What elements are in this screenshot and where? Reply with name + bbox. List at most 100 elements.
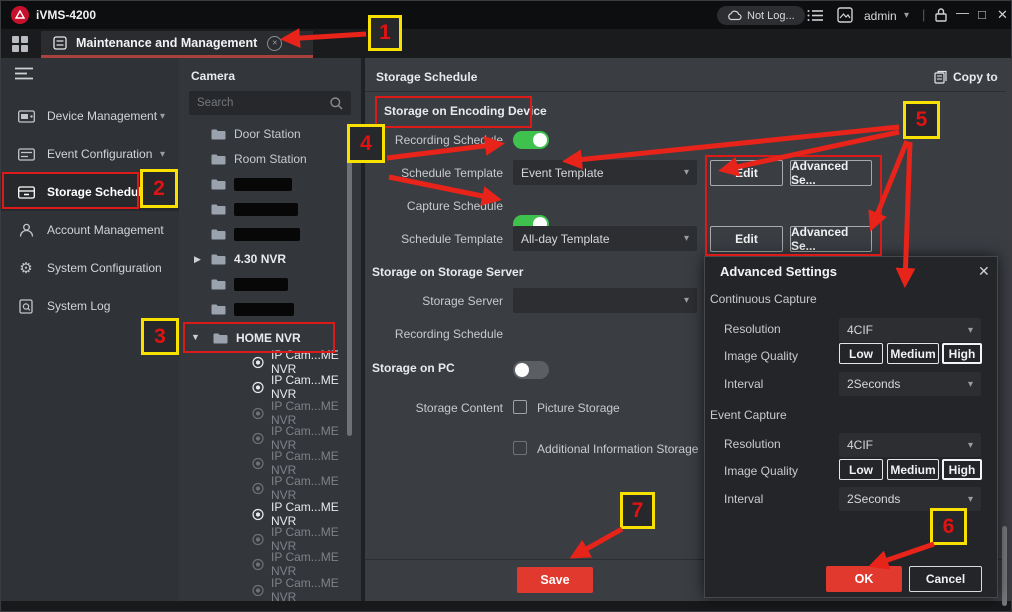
- tree-item-camera[interactable]: IP Cam...ME NVR: [252, 451, 360, 475]
- header-divider: [365, 91, 1006, 92]
- system-log-icon: [17, 299, 35, 314]
- tree-item-door-station[interactable]: Door Station: [211, 122, 351, 146]
- dropdown-value: 4CIF: [847, 438, 873, 452]
- minimize-button[interactable]: —: [956, 5, 969, 20]
- user-menu[interactable]: admin: [864, 9, 897, 23]
- tab-close-icon[interactable]: ✕: [267, 36, 282, 51]
- additional-info-storage-label: Additional Information Storage: [537, 442, 698, 456]
- cc-interval-dropdown[interactable]: 2Seconds ▾: [839, 372, 981, 396]
- interval-label: Interval: [724, 377, 763, 391]
- ivms-window: iVMS-4200 Not Log... admin ▾ | — □ ✕ Mai…: [0, 0, 1012, 612]
- sidebar-item-event-configuration[interactable]: Event Configuration ▾: [1, 135, 179, 173]
- tree-item-label: Door Station: [234, 127, 301, 141]
- ec-quality-high-button[interactable]: High: [942, 459, 982, 480]
- event-configuration-icon: [17, 148, 35, 161]
- server-recording-schedule-toggle[interactable]: [513, 361, 549, 379]
- camera-panel-title: Camera: [191, 69, 235, 83]
- user-caret-icon[interactable]: ▾: [904, 10, 909, 21]
- cc-quality-low-button[interactable]: Low: [839, 343, 883, 364]
- tree-item-camera[interactable]: IP Cam...ME NVR: [252, 375, 360, 399]
- sidebar-item-label: System Log: [47, 299, 179, 313]
- cc-quality-medium-button[interactable]: Medium: [887, 343, 939, 364]
- copy-to-button[interactable]: Copy to: [934, 70, 998, 84]
- chevron-down-icon: ▾: [968, 325, 973, 336]
- tree-item-redacted[interactable]: [211, 172, 351, 196]
- image-quality-label: Image Quality: [724, 464, 798, 478]
- storage-content-label: Storage Content: [351, 401, 503, 415]
- tree-item-label: IP Cam...ME NVR: [271, 550, 360, 578]
- chevron-down-icon: ▾: [968, 440, 973, 451]
- ec-quality-low-button[interactable]: Low: [839, 459, 883, 480]
- sidebar-collapse-icon[interactable]: [15, 67, 33, 80]
- chevron-down-icon: ▾: [968, 379, 973, 390]
- save-button[interactable]: Save: [517, 567, 593, 593]
- annotation-step-4: 4: [347, 124, 385, 163]
- cc-quality-high-button[interactable]: High: [942, 343, 982, 364]
- chevron-down-icon: ▾: [968, 494, 973, 505]
- maximize-button[interactable]: □: [978, 7, 986, 22]
- server-recording-schedule-label: Recording Schedule: [351, 327, 503, 341]
- tree-item-camera[interactable]: IP Cam...ME NVR: [252, 527, 360, 551]
- tree-item-redacted[interactable]: [211, 222, 351, 246]
- sidebar-item-account-management[interactable]: Account Management: [1, 211, 179, 249]
- cancel-button[interactable]: Cancel: [909, 566, 982, 592]
- tree-item-redacted[interactable]: [211, 297, 351, 321]
- ec-quality-medium-button[interactable]: Medium: [887, 459, 939, 480]
- lock-icon[interactable]: [934, 7, 948, 23]
- highlight-box-edit-advanced: [705, 155, 882, 256]
- tree-item-label: Room Station: [234, 152, 307, 166]
- camera-dome-icon: [252, 508, 264, 521]
- redacted-label: [234, 203, 298, 216]
- tree-item-camera[interactable]: IP Cam...ME NVR: [252, 476, 360, 500]
- search-placeholder: Search: [197, 97, 233, 109]
- window-bottom-edge: [1, 601, 1012, 612]
- tree-expand-icon[interactable]: ▶: [194, 254, 201, 265]
- folder-icon: [211, 303, 226, 315]
- tree-item-label: IP Cam...ME NVR: [271, 525, 360, 553]
- tree-item-430-nvr[interactable]: 4.30 NVR: [211, 247, 351, 271]
- close-button[interactable]: ✕: [997, 7, 1008, 23]
- tree-item-camera[interactable]: IP Cam...ME NVR: [252, 426, 360, 450]
- tree-item-redacted[interactable]: [211, 272, 351, 296]
- tree-item-camera[interactable]: IP Cam...ME NVR: [252, 401, 360, 425]
- storage-server-dropdown[interactable]: ▾: [513, 288, 697, 313]
- media-preview-icon[interactable]: [837, 7, 853, 23]
- tree-item-redacted[interactable]: [211, 197, 351, 221]
- highlight-box-encoding-device: [375, 96, 532, 128]
- camera-dome-icon: [252, 533, 264, 546]
- annotation-step-7: 7: [620, 492, 655, 529]
- additional-info-storage-checkbox[interactable]: [513, 441, 527, 455]
- chevron-down-icon: ▾: [160, 111, 165, 122]
- main-panel-scrollbar[interactable]: [1002, 526, 1007, 606]
- dialog-close-icon[interactable]: ✕: [978, 263, 990, 280]
- folder-icon: [211, 178, 226, 190]
- page-title: Storage Schedule: [376, 70, 477, 84]
- recording-schedule-toggle[interactable]: [513, 131, 549, 149]
- cc-resolution-dropdown[interactable]: 4CIF ▾: [839, 318, 981, 342]
- folder-icon: [211, 228, 226, 240]
- annotation-step-2: 2: [140, 169, 178, 208]
- camera-search-input[interactable]: Search: [189, 91, 351, 115]
- picture-storage-checkbox[interactable]: [513, 400, 527, 414]
- capture-template-dropdown[interactable]: All-day Template ▾: [513, 226, 697, 251]
- tree-item-camera[interactable]: IP Cam...ME NVR: [252, 350, 360, 374]
- dropdown-value: All-day Template: [521, 232, 610, 246]
- ec-resolution-dropdown[interactable]: 4CIF ▾: [839, 433, 981, 457]
- tree-item-room-station[interactable]: Room Station: [211, 147, 351, 171]
- recording-template-dropdown[interactable]: Event Template ▾: [513, 160, 697, 185]
- camera-dome-icon: [252, 558, 264, 571]
- tab-maintenance-management[interactable]: Maintenance and Management ✕: [41, 31, 313, 58]
- sidebar-item-device-management[interactable]: Device Management ▾: [1, 97, 179, 135]
- tree-item-camera[interactable]: IP Cam...ME NVR: [252, 502, 360, 526]
- sidebar-item-system-configuration[interactable]: ⚙ System Configuration: [1, 249, 179, 287]
- copy-icon: [934, 70, 947, 84]
- redacted-label: [234, 178, 292, 191]
- tree-item-camera[interactable]: IP Cam...ME NVR: [252, 552, 360, 576]
- cloud-login-button[interactable]: Not Log...: [717, 6, 805, 25]
- copy-to-label: Copy to: [953, 70, 998, 84]
- folder-icon: [211, 128, 226, 140]
- tree-item-camera[interactable]: IP Cam...ME NVR: [252, 578, 360, 602]
- ok-button[interactable]: OK: [826, 566, 902, 592]
- task-list-icon[interactable]: [807, 9, 823, 22]
- module-grid-icon[interactable]: [11, 35, 29, 53]
